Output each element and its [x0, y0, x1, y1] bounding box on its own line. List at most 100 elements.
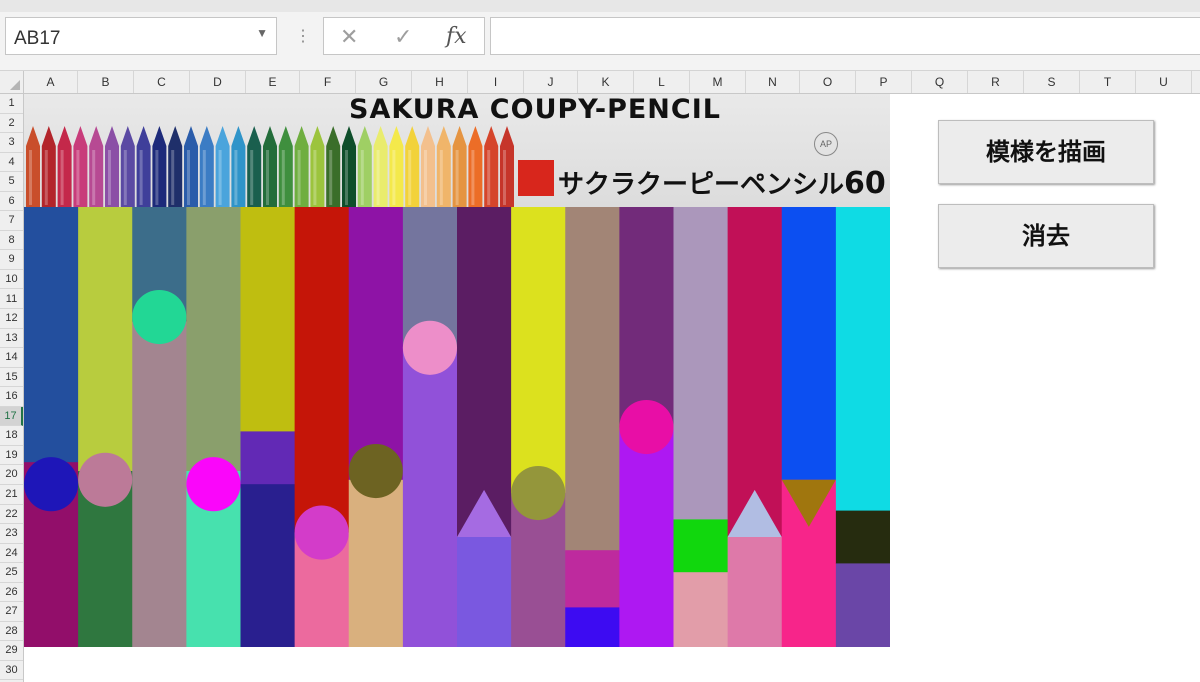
row-header-11[interactable]: 11 [0, 290, 23, 310]
pencil-highlight [155, 150, 159, 205]
row-header-6[interactable]: 6 [0, 192, 23, 212]
pattern-col-7-circle [348, 443, 403, 499]
pencil-highlight [218, 150, 222, 205]
column-header-s[interactable]: S [1024, 71, 1080, 93]
column-header-o[interactable]: O [800, 71, 856, 93]
row-header-26[interactable]: 26 [0, 583, 23, 603]
insert-function-icon[interactable]: fx [446, 24, 467, 49]
row-header-20[interactable]: 20 [0, 465, 23, 485]
row-header-3[interactable]: 3 [0, 133, 23, 153]
column-header-k[interactable]: K [578, 71, 634, 93]
column-header-e[interactable]: E [246, 71, 300, 93]
pencil-highlight [313, 150, 317, 205]
pattern-col-13-segment-1 [673, 207, 729, 520]
row-header-16[interactable]: 16 [0, 387, 23, 407]
column-header-b[interactable]: B [78, 71, 134, 93]
pattern-col-5-segment-3 [240, 484, 296, 647]
row-header-21[interactable]: 21 [0, 485, 23, 505]
row-headers: 1 2 3 4 5 6 7 8 9 10 11 12 13 14 15 16 17 18 19 20 21 22 23 24 2… [0, 94, 24, 682]
row-header-12[interactable]: 12 [0, 309, 23, 329]
row-header-28[interactable]: 28 [0, 622, 23, 642]
column-header-d[interactable]: D [190, 71, 246, 93]
chevron-down-icon[interactable]: ▼ [256, 26, 268, 40]
select-all-button[interactable] [0, 71, 24, 93]
pattern-col-10-segment-1 [511, 207, 566, 494]
row-header-10[interactable]: 10 [0, 270, 23, 290]
column-header-t[interactable]: T [1080, 71, 1136, 93]
drawn-pattern [24, 207, 890, 647]
column-header-j[interactable]: J [524, 71, 578, 93]
pencil-13 [215, 126, 230, 207]
pattern-col-12-segment-2 [619, 427, 674, 647]
row-header-1[interactable]: 1 [0, 94, 23, 114]
more-vert-icon[interactable]: ⋮ [295, 26, 311, 46]
column-header-c[interactable]: C [134, 71, 190, 93]
column-header-f[interactable]: F [300, 71, 356, 93]
pencil-highlight [503, 150, 506, 205]
clear-button[interactable]: 消去 [938, 204, 1154, 268]
pattern-col-15-segment-1 [781, 207, 837, 481]
pencil-16 [263, 126, 277, 207]
pencil-20 [326, 126, 341, 207]
pencil-highlight [329, 150, 333, 205]
pencil-1 [26, 126, 40, 207]
row-header-2[interactable]: 2 [0, 114, 23, 134]
pencil-11 [184, 126, 198, 207]
column-header-u[interactable]: U [1136, 71, 1192, 93]
formula-buttons: ✕ ✓ fx [323, 17, 485, 55]
name-box[interactable]: AB17 ▼ [5, 17, 277, 55]
row-header-25[interactable]: 25 [0, 563, 23, 583]
column-header-q[interactable]: Q [912, 71, 968, 93]
pencil-highlight [360, 150, 364, 205]
row-header-8[interactable]: 8 [0, 231, 23, 251]
row-header-22[interactable]: 22 [0, 505, 23, 525]
row-header-29[interactable]: 29 [0, 641, 23, 661]
formula-input[interactable] [490, 17, 1200, 55]
row-header-18[interactable]: 18 [0, 426, 23, 446]
pattern-col-2-segment-1 [78, 207, 133, 472]
name-box-value[interactable]: AB17 [14, 28, 60, 50]
column-header-i[interactable]: I [468, 71, 524, 93]
row-header-13[interactable]: 13 [0, 329, 23, 349]
pencil-4 [73, 126, 88, 207]
pattern-col-16-segment-2 [835, 510, 890, 564]
column-header-g[interactable]: G [356, 71, 412, 93]
check-icon[interactable]: ✓ [394, 24, 412, 50]
column-header-a[interactable]: A [24, 71, 78, 93]
cancel-icon[interactable]: ✕ [340, 24, 358, 50]
pencil-30 [484, 126, 499, 207]
pattern-col-13-segment-2 [673, 519, 729, 573]
column-header-m[interactable]: M [690, 71, 746, 93]
pencil-23 [373, 126, 388, 207]
pencil-highlight [297, 150, 301, 205]
column-header-n[interactable]: N [746, 71, 800, 93]
row-header-19[interactable]: 19 [0, 446, 23, 466]
pattern-col-16-segment-1 [835, 207, 890, 512]
column-header-p[interactable]: P [856, 71, 912, 93]
draw-pattern-button[interactable]: 模様を描画 [938, 120, 1154, 184]
pencil-highlight [171, 150, 175, 205]
row-header-27[interactable]: 27 [0, 602, 23, 622]
column-header-h[interactable]: H [412, 71, 468, 93]
row-header-5[interactable]: 5 [0, 172, 23, 192]
row-header-4[interactable]: 4 [0, 153, 23, 173]
row-header-9[interactable]: 9 [0, 250, 23, 270]
pencil-highlight [439, 150, 443, 205]
row-header-30[interactable]: 30 [0, 661, 23, 681]
column-header-l[interactable]: L [634, 71, 690, 93]
sakura-logo-icon [518, 160, 554, 196]
row-header-7[interactable]: 7 [0, 211, 23, 231]
pencil-5 [89, 126, 104, 207]
row-header-17[interactable]: 17 [0, 406, 23, 427]
pencil-highlight [234, 150, 238, 205]
row-header-23[interactable]: 23 [0, 524, 23, 544]
banner-jp-text: サクラクーピーペンシル60 [558, 166, 886, 201]
pencil-24 [389, 126, 404, 207]
row-header-24[interactable]: 24 [0, 544, 23, 564]
pencil-12 [199, 126, 214, 207]
pattern-col-16-segment-3 [835, 563, 890, 647]
row-header-15[interactable]: 15 [0, 368, 23, 388]
row-header-14[interactable]: 14 [0, 348, 23, 368]
pattern-col-11-segment-1 [565, 207, 620, 551]
column-header-r[interactable]: R [968, 71, 1024, 93]
